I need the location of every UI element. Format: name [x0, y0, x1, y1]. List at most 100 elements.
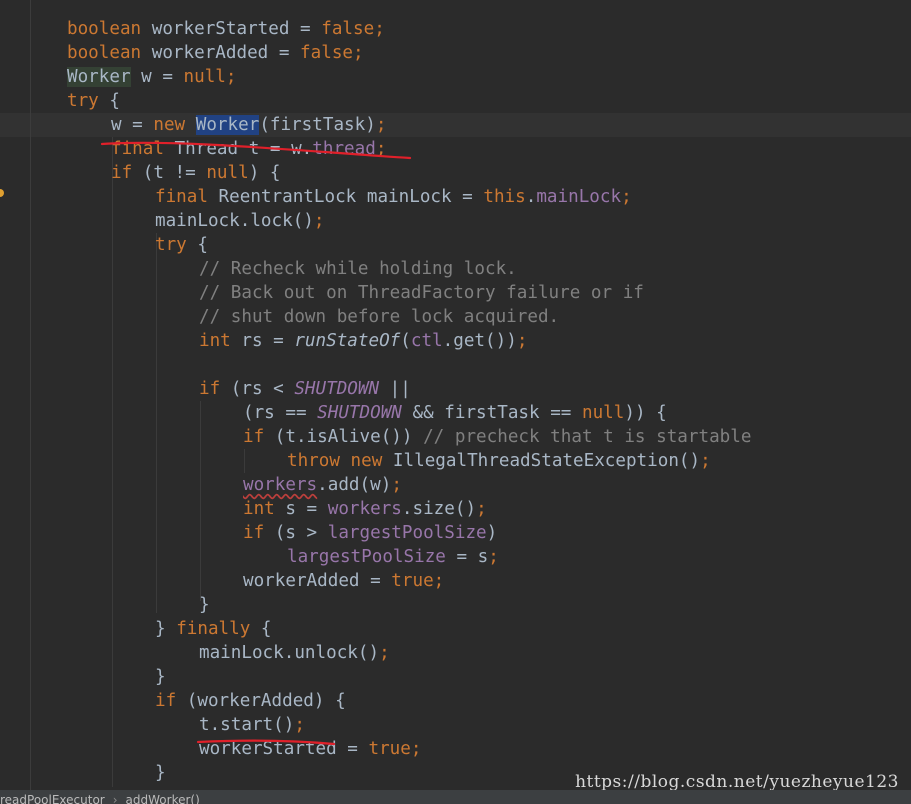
code-line[interactable]: // Back out on ThreadFactory failure or … [199, 281, 644, 305]
code-token: } [155, 667, 166, 687]
code-token: workers [327, 499, 402, 519]
code-token: .size() [401, 499, 477, 519]
code-line[interactable]: boolean workerAdded = false; [67, 41, 364, 65]
code-line[interactable]: throw new IllegalThreadStateException(); [287, 449, 711, 473]
code-line[interactable]: if (t.isAlive()) // precheck that t is s… [243, 425, 751, 449]
indent-guide [112, 137, 113, 787]
code-token-selected: Worker [195, 115, 260, 135]
code-token: Thread t = w. [163, 139, 313, 159]
code-token: ; [374, 19, 385, 39]
code-token: (workerAdded) { [176, 691, 346, 711]
code-token: this [483, 187, 526, 207]
code-line[interactable]: mainLock.lock(); [155, 209, 324, 233]
code-token: if [111, 163, 133, 183]
code-token: null [206, 163, 249, 183]
code-token: finally [176, 619, 251, 639]
code-token: (t != [132, 163, 207, 183]
code-token: null [581, 403, 625, 423]
code-line[interactable]: t.start(); [199, 713, 305, 737]
code-token: ; [410, 739, 422, 759]
code-token: w = [111, 115, 154, 135]
code-line[interactable]: } [199, 593, 210, 617]
code-line[interactable]: // Recheck while holding lock. [199, 257, 517, 281]
code-line[interactable]: workerAdded = true; [243, 569, 444, 593]
code-line[interactable]: workerStarted = true; [199, 737, 421, 761]
code-token: mainLock [536, 187, 622, 207]
code-token: ; [375, 115, 387, 135]
code-line[interactable]: largestPoolSize = s; [287, 545, 499, 569]
code-line[interactable]: final ReentrantLock mainLock = this.main… [155, 185, 632, 209]
code-token: false [321, 19, 375, 39]
gutter-marker-icon[interactable] [0, 189, 4, 197]
code-token: ; [353, 43, 364, 63]
code-line[interactable]: try { [155, 233, 208, 257]
code-token: true [391, 571, 434, 591]
code-line[interactable]: mainLock.unlock(); [199, 641, 390, 665]
code-token: if [155, 691, 177, 711]
code-line[interactable]: // shut down before lock acquired. [199, 305, 559, 329]
code-token: ( [400, 331, 411, 351]
code-token: if [243, 523, 265, 543]
code-token: s = [274, 499, 328, 519]
code-token: } [199, 595, 210, 615]
code-token: mainLock.unlock() [199, 643, 380, 663]
code-token: ; [700, 451, 711, 471]
code-token: ; [379, 643, 390, 663]
breadcrumb-method[interactable]: addWorker() [126, 790, 200, 804]
breadcrumb-separator: › [112, 793, 118, 804]
code-comment: // precheck that t is startable [423, 427, 752, 447]
code-token: || [379, 379, 411, 399]
code-token: ; [375, 139, 387, 159]
code-token: IllegalThreadStateException() [382, 451, 701, 471]
blog-watermark: https://blog.csdn.net/yuezheyue123 [575, 772, 899, 792]
code-line[interactable]: } finally { [155, 617, 272, 641]
code-comment: // Back out on ThreadFactory failure or … [199, 283, 644, 303]
code-token: try [155, 235, 187, 255]
code-line[interactable]: if (workerAdded) { [155, 689, 346, 713]
code-line[interactable]: workers.add(w); [243, 473, 402, 497]
code-editor[interactable]: boolean workerStarted = false; boolean w… [0, 0, 911, 804]
code-line[interactable]: } [155, 761, 166, 785]
code-token: boolean [67, 19, 142, 39]
code-token: ReentrantLock mainLock = [207, 187, 484, 207]
code-comment: // shut down before lock acquired. [199, 307, 560, 327]
code-line[interactable]: Worker w = null; [67, 65, 237, 89]
code-token: (rs == [243, 403, 318, 423]
code-token: ; [225, 67, 237, 87]
code-line[interactable]: if (t != null) { [111, 161, 281, 185]
code-token: = s [445, 547, 489, 567]
code-line[interactable]: int rs = runStateOf(ctl.get()); [199, 329, 527, 353]
code-token: ; [516, 331, 528, 351]
code-line[interactable]: final Thread t = w.thread; [111, 137, 386, 161]
code-token: workerStarted = [199, 739, 369, 759]
indent-guide [156, 233, 157, 613]
code-line[interactable]: if (s > largestPoolSize) [243, 521, 497, 545]
breadcrumb: readPoolExecutor › addWorker() [0, 790, 911, 804]
code-token-warning: workers [243, 475, 318, 495]
code-line[interactable]: boolean workerStarted = false; [67, 17, 385, 41]
code-token: ) { [248, 163, 281, 183]
code-line[interactable]: try { [67, 89, 120, 113]
code-token: { [98, 91, 120, 111]
indent-guide [244, 449, 245, 473]
code-token: ; [313, 211, 325, 231]
code-token: { [250, 619, 272, 639]
code-line[interactable]: } [155, 665, 166, 689]
code-token: )) { [624, 403, 667, 423]
code-line-current[interactable]: w = new Worker(firstTask); [111, 113, 386, 137]
code-token: throw new [287, 451, 383, 471]
code-token: SHUTDOWN [294, 379, 380, 399]
code-token: ; [476, 499, 487, 519]
code-token: ) [486, 523, 498, 543]
code-token: t.start() [199, 715, 295, 735]
breadcrumb-class[interactable]: readPoolExecutor [0, 790, 105, 804]
code-line[interactable]: (rs == SHUTDOWN && firstTask == null)) { [243, 401, 667, 425]
code-token: w = [130, 67, 184, 87]
code-token: boolean [67, 43, 142, 63]
code-token: workerAdded = [141, 43, 301, 63]
code-token: null [183, 67, 226, 87]
code-token: ; [433, 571, 445, 591]
code-line[interactable]: if (rs < SHUTDOWN || [199, 377, 411, 401]
code-line[interactable]: int s = workers.size(); [243, 497, 487, 521]
code-token: workerStarted = [141, 19, 322, 39]
